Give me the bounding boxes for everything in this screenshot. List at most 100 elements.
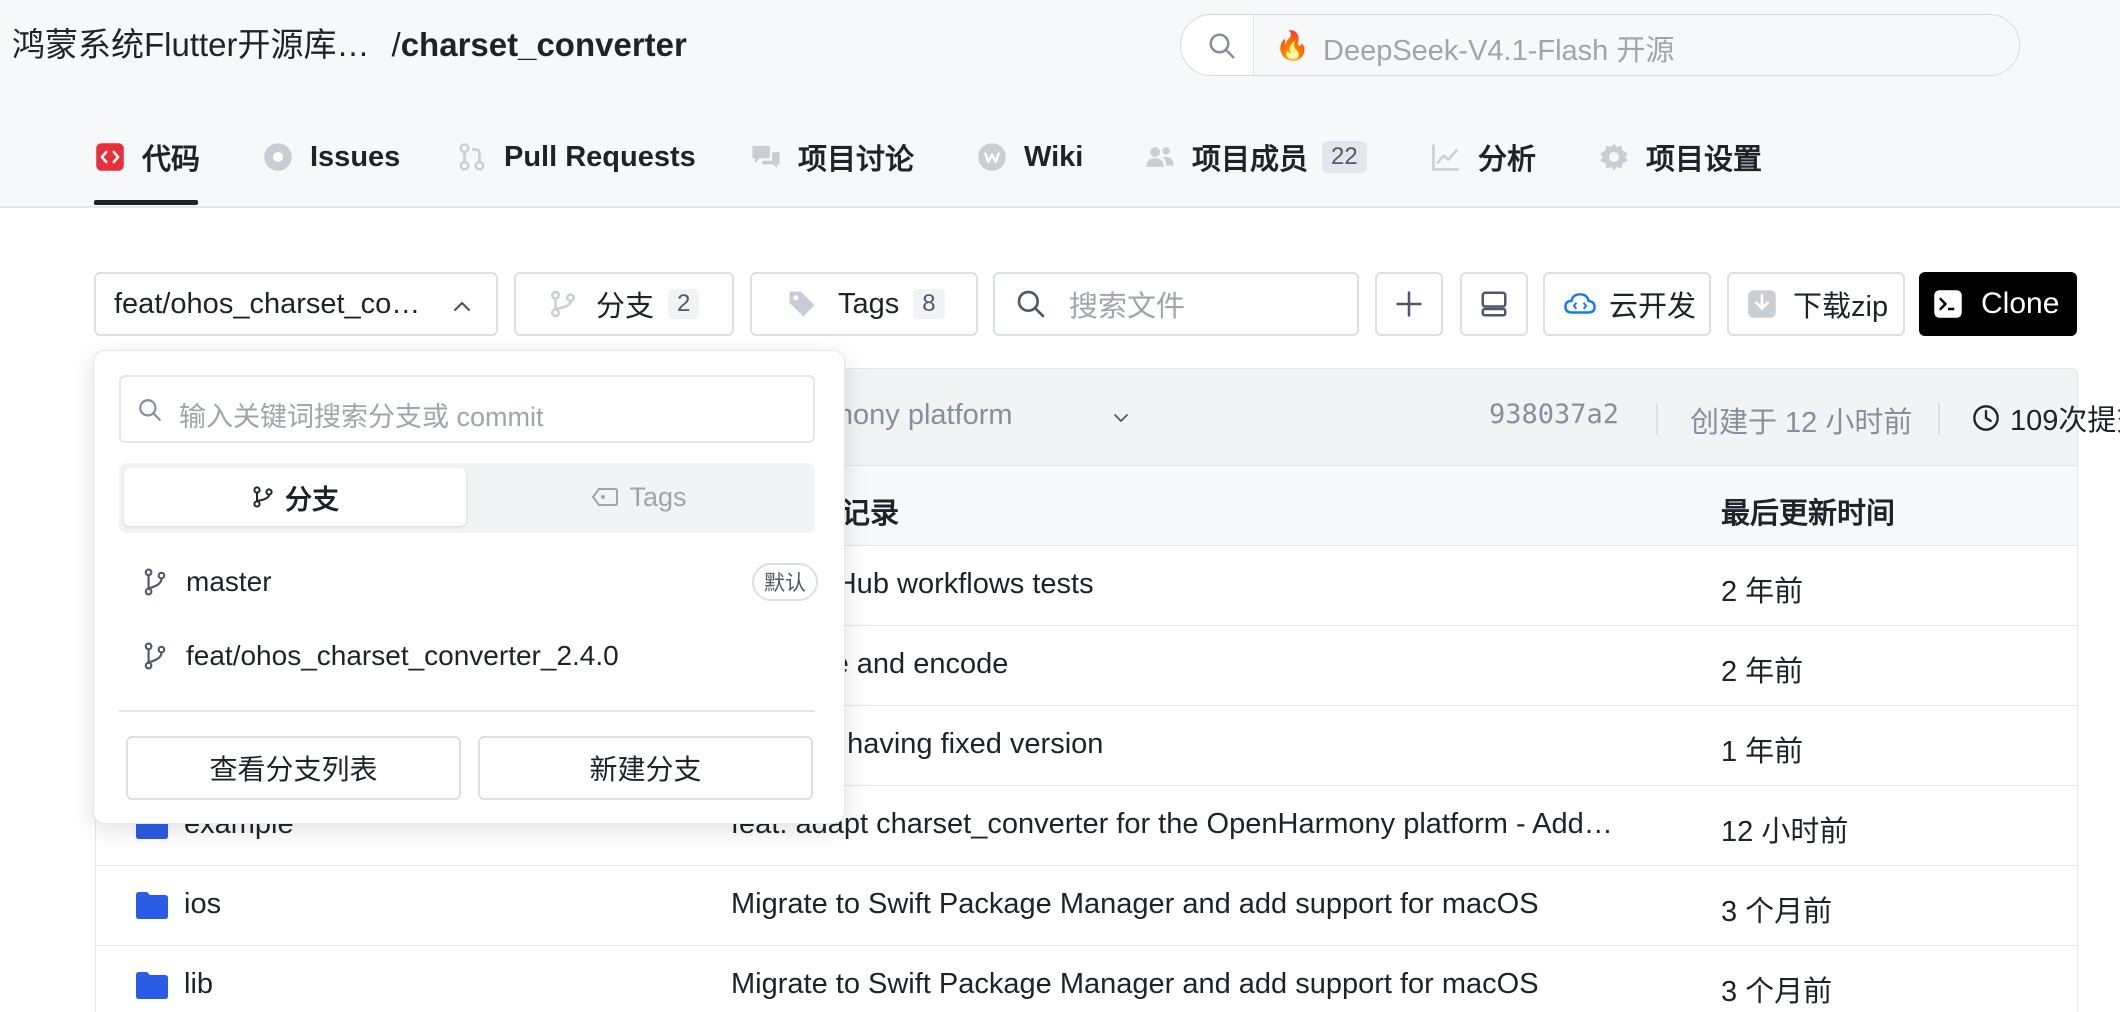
web-ide-button[interactable] (1460, 272, 1528, 336)
branch-item-name: feat/ohos_charset_converter_2.4.0 (186, 640, 619, 671)
branches-button[interactable]: 分支 2 (514, 272, 734, 336)
commit-count: 109次提交 (2010, 405, 2120, 437)
repo-name[interactable]: charset_converter (401, 26, 687, 63)
branch-icon (142, 641, 168, 671)
branch-icon (142, 567, 168, 597)
file-search-input[interactable]: 搜索文件 (993, 272, 1359, 336)
branch-item-name: master (186, 566, 272, 597)
row-updated-time: 2 年前 (1721, 656, 1804, 688)
row-updated-time: 3 个月前 (1721, 896, 1833, 928)
branch-dropdown: 输入关键词搜索分支或 commit 分支 Tags master 默认 feat… (93, 350, 845, 824)
folder-icon (136, 892, 168, 919)
tab-code[interactable]: 代码 (94, 134, 200, 180)
branch-search-input[interactable]: 输入关键词搜索分支或 commit (119, 375, 815, 443)
row-commit-message[interactable]: x decode and encode (731, 648, 1681, 681)
wiki-icon (976, 141, 1008, 173)
branch-selector-label: feat/ohos_charset_co… (114, 287, 421, 320)
cloud-dev-label: 云开发 (1609, 291, 1697, 323)
branches-count-badge: 2 (668, 289, 700, 319)
chevron-down-icon[interactable] (1110, 409, 1132, 427)
row-file-name[interactable]: lib (184, 968, 213, 1001)
clone-button[interactable]: Clone (1919, 272, 2077, 336)
active-tab-indicator (94, 200, 198, 205)
table-row[interactable]: ios Migrate to Swift Package Manager and… (96, 866, 2077, 946)
tags-button[interactable]: Tags 8 (750, 272, 978, 336)
table-row[interactable]: lib Migrate to Swift Package Manager and… (96, 946, 2077, 1012)
tab-analytics-label: 分析 (1478, 144, 1537, 176)
issue-icon (262, 141, 294, 173)
settings-icon (1598, 141, 1630, 173)
code-icon (94, 141, 126, 173)
tab-discussions[interactable]: 项目讨论 (750, 134, 914, 180)
terminal-prompt-icon (1934, 290, 1962, 318)
row-commit-message[interactable]: Migrate to Swift Package Manager and add… (731, 968, 1681, 1001)
tags-label: Tags (838, 287, 900, 320)
plus-icon (1396, 291, 1422, 317)
commit-count-link[interactable]: 109次提交 (1972, 397, 2120, 439)
branch-icon (551, 290, 575, 318)
global-search-box[interactable]: 🔥 DeepSeek-V4.1-Flash 开源 (1180, 14, 2020, 76)
tab-analytics[interactable]: 分析 (1430, 134, 1536, 180)
segment-tags[interactable]: Tags (468, 468, 810, 526)
tag-icon (789, 291, 815, 317)
download-zip-button[interactable]: 下载zip (1727, 272, 1905, 336)
file-search-placeholder: 搜索文件 (1069, 291, 1186, 323)
row-commit-message[interactable]: flaky GitHub workflows tests (731, 568, 1681, 601)
branch-item-feat[interactable]: feat/ohos_charset_converter_2.4.0 (142, 631, 822, 681)
download-icon (1748, 290, 1776, 318)
column-header-commit: 记录 (841, 498, 900, 530)
view-branch-list-button[interactable]: 查看分支列表 (126, 736, 461, 800)
search-icon (1017, 290, 1045, 318)
dropdown-divider (119, 710, 815, 712)
new-branch-button[interactable]: 新建分支 (478, 736, 813, 800)
analytics-icon (1430, 141, 1462, 173)
row-updated-time: 1 年前 (1721, 736, 1804, 768)
tab-members[interactable]: 项目成员 22 (1144, 134, 1367, 180)
column-header-updated: 最后更新时间 (1721, 498, 1896, 530)
repo-owner-link[interactable]: 鸿蒙系统Flutter开源库… (12, 26, 370, 63)
terminal-icon (1481, 291, 1507, 317)
search-suggestion-text[interactable]: DeepSeek-V4.1-Flash 开源 (1323, 27, 1674, 69)
branch-selector[interactable]: feat/ohos_charset_co… (94, 272, 498, 336)
tab-members-label: 项目成员 (1192, 144, 1309, 176)
row-commit-message[interactable]: feat: adapt charset_converter for the Op… (731, 808, 1681, 841)
top-bar: 鸿蒙系统Flutter开源库… /charset_converter 🔥 Deep… (0, 0, 2120, 104)
history-icon (1973, 405, 1999, 431)
add-file-button[interactable] (1375, 272, 1443, 336)
members-count-badge: 22 (1322, 141, 1367, 173)
search-icon (139, 399, 161, 421)
row-updated-time: 2 年前 (1721, 576, 1804, 608)
breadcrumb-separator: / (391, 26, 401, 63)
members-icon (1144, 141, 1176, 173)
row-commit-message[interactable]: Migrate to Swift Package Manager and add… (731, 888, 1681, 921)
search-divider (1253, 15, 1254, 75)
branch-item-master[interactable]: master 默认 (142, 557, 822, 607)
tab-settings[interactable]: 项目设置 (1598, 134, 1762, 180)
default-branch-badge: 默认 (752, 563, 818, 601)
tab-wiki[interactable]: Wiki (976, 134, 1083, 180)
fire-icon: 🔥 (1275, 30, 1310, 61)
download-zip-label: 下载zip (1793, 291, 1889, 323)
tab-issues[interactable]: Issues (262, 134, 400, 180)
clone-label: Clone (1981, 287, 2060, 320)
search-icon (1209, 33, 1235, 59)
branch-tag-segmented-control: 分支 Tags (119, 463, 815, 533)
commit-hash[interactable]: 938037a2 (1489, 399, 1619, 430)
divider (1656, 403, 1658, 435)
breadcrumb: 鸿蒙系统Flutter开源库… /charset_converter (12, 22, 687, 68)
tab-discussions-label: 项目讨论 (798, 144, 915, 176)
segment-tags-label: Tags (629, 481, 687, 512)
tab-pull-requests-label: Pull Requests (504, 140, 696, 173)
branches-label: 分支 (596, 291, 655, 323)
chevron-up-icon (453, 301, 471, 312)
branch-search-placeholder: 输入关键词搜索分支或 commit (179, 402, 544, 432)
segment-branches[interactable]: 分支 (124, 468, 466, 526)
row-file-name[interactable]: ios (184, 888, 221, 921)
tab-pull-requests[interactable]: Pull Requests (456, 134, 696, 180)
cloud-icon (1564, 293, 1596, 314)
tab-settings-label: 项目设置 (1646, 144, 1763, 176)
row-commit-message[interactable]: oid build having fixed version (731, 728, 1681, 761)
commit-created-time: 创建于 12 小时前 (1690, 407, 1913, 439)
tab-wiki-label: Wiki (1024, 140, 1084, 173)
cloud-dev-button[interactable]: 云开发 (1543, 272, 1711, 336)
